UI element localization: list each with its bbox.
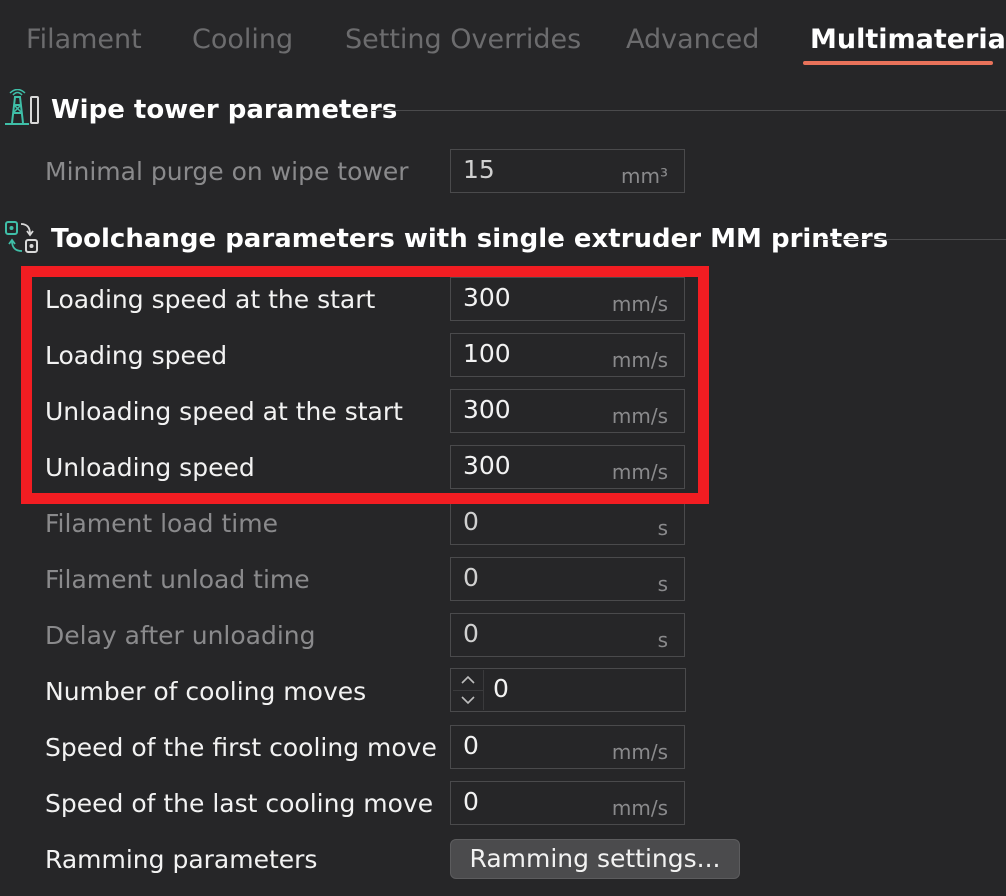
field-unit: mm/s (611, 348, 668, 372)
ramming-settings-button[interactable]: Ramming settings... (450, 839, 740, 879)
chevron-down-icon[interactable] (453, 690, 483, 710)
label-ramming-parameters: Ramming parameters (45, 845, 318, 874)
field-unit: s (657, 628, 668, 652)
field-value: 0 (463, 619, 479, 648)
speed-first-cooling-move-input[interactable]: 0 mm/s (450, 725, 685, 769)
wipe-tower-icon (4, 88, 40, 131)
label-minimal-purge: Minimal purge on wipe tower (45, 157, 409, 186)
field-unit: mm/s (611, 740, 668, 764)
field-value: 300 (463, 395, 511, 424)
section-divider (818, 239, 1006, 240)
filament-unload-time-input[interactable]: 0 s (450, 557, 685, 601)
delay-after-unloading-input[interactable]: 0 s (450, 613, 685, 657)
label-filament-load-time: Filament load time (45, 509, 278, 538)
tab-filament[interactable]: Filament (26, 22, 142, 58)
loading-speed-start-input[interactable]: 300 mm/s (450, 277, 685, 321)
active-tab-indicator (803, 61, 993, 65)
speed-last-cooling-move-input[interactable]: 0 mm/s (450, 781, 685, 825)
stepper-buttons (453, 670, 484, 710)
tab-multimaterial[interactable]: Multimaterial (810, 22, 1006, 58)
field-unit: s (657, 516, 668, 540)
tab-cooling[interactable]: Cooling (192, 22, 293, 58)
field-unit: mm³ (621, 164, 668, 188)
chevron-up-icon[interactable] (453, 670, 483, 691)
unloading-speed-input[interactable]: 300 mm/s (450, 445, 685, 489)
label-loading-speed: Loading speed (45, 341, 228, 370)
multimaterial-settings-panel: Filament Cooling Setting Overrides Advan… (0, 0, 1006, 896)
label-loading-speed-start: Loading speed at the start (45, 285, 376, 314)
field-value: 0 (463, 563, 479, 592)
field-value: 0 (463, 787, 479, 816)
tab-advanced[interactable]: Advanced (626, 22, 759, 58)
section-title-wipe-tower: Wipe tower parameters (51, 95, 398, 125)
label-filament-unload-time: Filament unload time (45, 565, 310, 594)
label-unloading-speed: Unloading speed (45, 453, 255, 482)
unloading-speed-start-input[interactable]: 300 mm/s (450, 389, 685, 433)
label-number-cooling-moves: Number of cooling moves (45, 677, 367, 706)
field-value: 100 (463, 339, 511, 368)
number-cooling-moves-stepper[interactable]: 0 (450, 668, 686, 712)
label-speed-first-cooling-move: Speed of the first cooling move (45, 733, 437, 762)
loading-speed-input[interactable]: 100 mm/s (450, 333, 685, 377)
label-delay-after-unloading: Delay after unloading (45, 621, 316, 650)
section-title-toolchange: Toolchange parameters with single extrud… (51, 224, 889, 254)
label-unloading-speed-start: Unloading speed at the start (45, 397, 403, 426)
field-unit: s (657, 572, 668, 596)
field-value: 300 (463, 283, 511, 312)
filament-load-time-input[interactable]: 0 s (450, 501, 685, 545)
tab-bar: Filament Cooling Setting Overrides Advan… (0, 0, 1006, 72)
field-value: 0 (463, 731, 479, 760)
field-value: 15 (463, 155, 495, 184)
field-unit: mm/s (611, 292, 668, 316)
field-value: 0 (463, 507, 479, 536)
field-unit: mm/s (611, 460, 668, 484)
field-value: 300 (463, 451, 511, 480)
field-value: 0 (493, 674, 509, 703)
label-speed-last-cooling-move: Speed of the last cooling move (45, 789, 434, 818)
section-divider (372, 110, 1006, 111)
tab-setting-overrides[interactable]: Setting Overrides (345, 22, 581, 58)
toolchange-icon (4, 220, 40, 260)
field-unit: mm/s (611, 796, 668, 820)
field-unit: mm/s (611, 404, 668, 428)
minimal-purge-input[interactable]: 15 mm³ (450, 149, 685, 193)
